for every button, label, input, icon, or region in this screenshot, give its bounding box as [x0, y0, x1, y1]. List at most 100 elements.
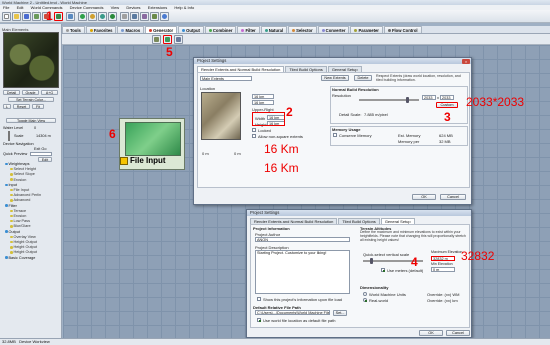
set-terrain-color-button[interactable]: Set Terrain Color...: [8, 97, 54, 102]
quick-preview-label: Quick Preview: [3, 152, 28, 156]
memory-header: Memory Usage: [332, 127, 361, 132]
location-x-field[interactable]: 16 km: [252, 94, 274, 99]
tree-item-label: Erosion: [13, 177, 27, 182]
terrain-preview[interactable]: [3, 32, 59, 88]
close-icon[interactable]: ×: [462, 58, 470, 64]
undo-icon[interactable]: [32, 12, 41, 21]
file-input-node[interactable]: File Input: [119, 118, 185, 170]
override-wm: Override: (xx) WM: [427, 292, 460, 297]
open-icon[interactable]: [12, 12, 21, 21]
dimensionality-header: Dimensionality: [360, 285, 389, 290]
project-settings-icon[interactable]: [54, 12, 63, 21]
device-icon[interactable]: [150, 12, 159, 21]
tab-label: Converter: [325, 28, 346, 33]
help-icon[interactable]: [160, 12, 169, 21]
cancel-button[interactable]: Cancel: [446, 330, 470, 336]
annotation-1: 1: [46, 9, 53, 23]
perlin-device-icon[interactable]: [174, 35, 183, 44]
author-field[interactable]: ANON: [255, 237, 350, 242]
cancel-button[interactable]: Cancel: [440, 194, 466, 200]
tab-label: Combiner: [212, 28, 233, 33]
description-field[interactable]: Starting Project. Customize to your liki…: [255, 250, 350, 294]
tree-item[interactable]: Basic Coverage: [2, 256, 60, 261]
max-elevation-field[interactable]: 32832 m: [431, 256, 455, 261]
tab-category-icon: [149, 29, 153, 33]
generator-device-icon[interactable]: [152, 35, 161, 44]
world-units-radio[interactable]: [363, 292, 367, 296]
fit-button[interactable]: Fit: [32, 104, 44, 109]
allow-nonsquare-checkbox[interactable]: [252, 134, 256, 138]
new-extents-button[interactable]: New Extents: [321, 75, 349, 81]
lock-button[interactable]: L: [3, 104, 11, 109]
tab-favorites[interactable]: Favorites: [85, 26, 117, 33]
reset-button[interactable]: Reset: [13, 104, 30, 109]
node-preview: [125, 122, 181, 156]
tab-label: Tools: [70, 28, 81, 33]
ok-button[interactable]: OK: [419, 330, 443, 336]
tab-generator[interactable]: Generator: [145, 26, 178, 33]
quick-preview-select[interactable]: [30, 152, 52, 156]
resolution-slider-thumb[interactable]: [406, 97, 409, 103]
real-world-radio[interactable]: [363, 298, 367, 302]
ok-button[interactable]: OK: [412, 194, 436, 200]
toggle-main-view-button[interactable]: Toggle Main View: [6, 118, 56, 123]
resolution-width-field[interactable]: 2033: [422, 95, 436, 100]
tab-selector[interactable]: Selector: [288, 26, 317, 33]
path-set-button[interactable]: Set...: [333, 310, 347, 316]
explorer-icon[interactable]: [130, 12, 139, 21]
tree-item-label: Blur/Glare: [13, 224, 31, 229]
tree-item-label: Erosion: [13, 214, 27, 219]
conserve-memory-checkbox[interactable]: [333, 133, 337, 137]
tab-category-icon: [241, 29, 245, 33]
water-level-slider[interactable]: [8, 131, 10, 141]
ag-button[interactable]: A+G: [41, 90, 58, 95]
status-bar: 32.8MB Device Workview: [0, 338, 550, 345]
build-tiled-icon[interactable]: [98, 12, 107, 21]
memory-per-label: Memory per: [398, 139, 420, 144]
build-icon[interactable]: [78, 12, 87, 21]
tab-filter[interactable]: Filter: [237, 26, 260, 33]
use-world-path-checkbox[interactable]: [257, 318, 261, 322]
save-icon[interactable]: [22, 12, 31, 21]
tree-item-label: Terrace: [13, 208, 27, 213]
layout-view-icon[interactable]: [66, 12, 75, 21]
show-info-checkbox[interactable]: [257, 297, 261, 301]
locked-checkbox[interactable]: [252, 128, 256, 132]
preview-icon[interactable]: [140, 12, 149, 21]
tab-combiner[interactable]: Combiner: [204, 26, 237, 33]
tab-tools[interactable]: Tools: [62, 26, 85, 33]
render-icon[interactable]: [120, 12, 129, 21]
elevation-callout: 32832: [461, 249, 495, 263]
build-stop-icon[interactable]: [88, 12, 97, 21]
path-field[interactable]: C:\Users\...\Documents\World Machine Fil…: [255, 310, 330, 315]
est-memory-value: 624 MB: [439, 133, 453, 138]
tab-category-icon: [292, 29, 296, 33]
tab-output[interactable]: Output: [178, 26, 204, 33]
min-elevation-field[interactable]: 0 m: [431, 267, 455, 272]
detail-button[interactable]: Detail: [3, 90, 20, 95]
location-y-field[interactable]: 16 km: [252, 100, 274, 105]
file-input-device-icon[interactable]: [163, 35, 172, 44]
resolution-slider[interactable]: [359, 99, 419, 101]
use-meters-checkbox[interactable]: [381, 268, 385, 272]
device-icon: [10, 225, 13, 228]
delete-button[interactable]: Delete: [354, 75, 372, 81]
vertical-scale-thumb[interactable]: [370, 258, 373, 264]
new-icon[interactable]: [2, 12, 11, 21]
location-preview[interactable]: [201, 92, 241, 140]
grade-button[interactable]: Grade: [22, 90, 39, 95]
device-tree: Weightmaps Select Height Select Slope Erosi…: [2, 162, 60, 282]
custom-button[interactable]: Custom: [436, 102, 458, 108]
tab-converter[interactable]: Converter: [317, 26, 350, 33]
resolution-height-field[interactable]: 2033: [440, 95, 454, 100]
output-port[interactable]: [120, 157, 128, 165]
tab-natural[interactable]: Natural: [260, 26, 288, 33]
dialog-title: Project Settings: [194, 58, 471, 64]
tab-flow-control[interactable]: Flow Control: [383, 26, 422, 33]
extents-select[interactable]: Main Extents: [200, 76, 252, 81]
tab-macros[interactable]: Macros: [117, 26, 145, 33]
device-icon: [10, 251, 13, 254]
build-full-icon[interactable]: [108, 12, 117, 21]
tab-parameter[interactable]: Parameter: [350, 26, 383, 33]
tab-label: Favorites: [93, 28, 113, 33]
